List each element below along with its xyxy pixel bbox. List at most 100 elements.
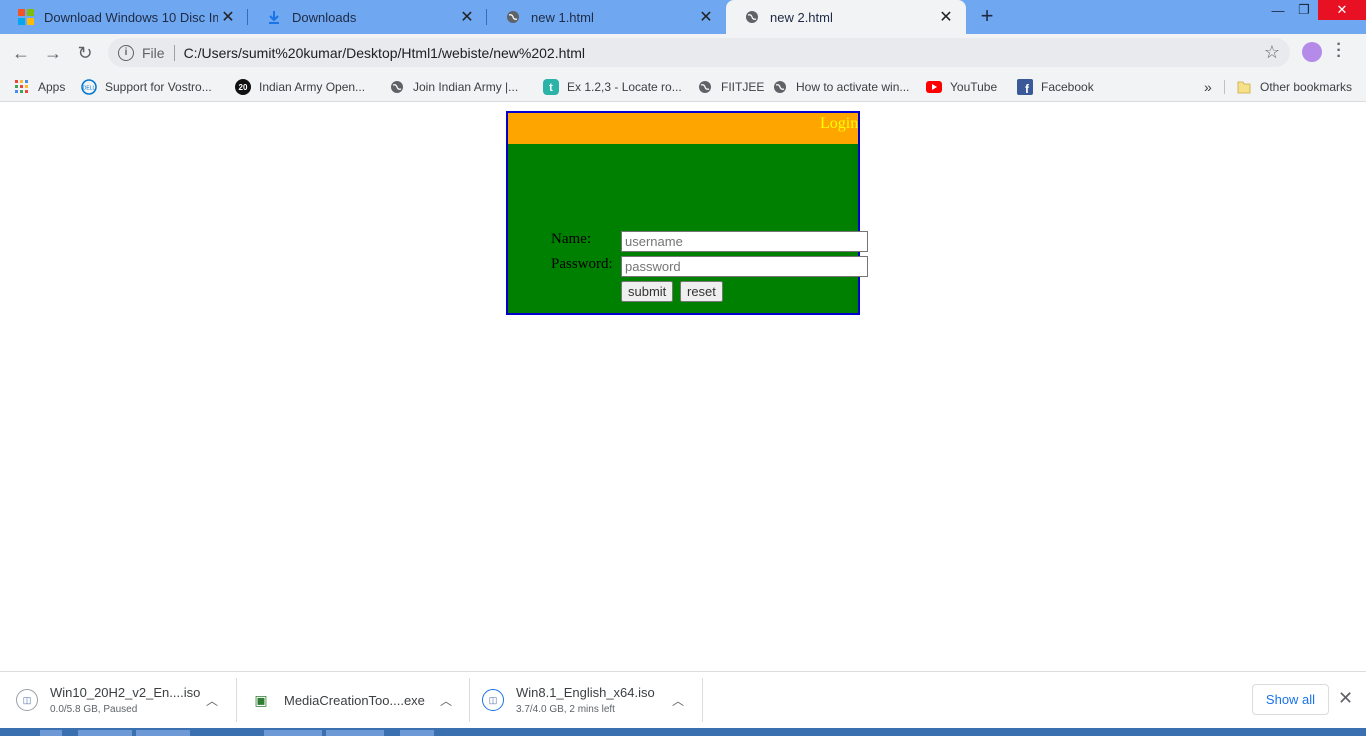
password-label: Password: bbox=[551, 256, 613, 272]
globe-icon bbox=[744, 9, 760, 25]
tab-new-2[interactable]: new 2.html ✕ bbox=[726, 0, 966, 34]
window-close-icon[interactable]: ✕ bbox=[1318, 0, 1366, 20]
restore-icon[interactable]: ❐ bbox=[1290, 0, 1318, 20]
svg-text:t: t bbox=[549, 82, 553, 94]
url-scheme: File bbox=[142, 44, 165, 61]
profile-avatar[interactable] bbox=[1302, 42, 1322, 62]
submit-button[interactable]: submit bbox=[621, 281, 674, 302]
tab-close-icon[interactable]: ✕ bbox=[457, 7, 477, 27]
browser-toolbar: ← → ↻ i File C:/Users/sumit%20kumar/Desk… bbox=[0, 34, 1366, 72]
menu-dots-icon[interactable]: · · · bbox=[1336, 37, 1342, 65]
globe-icon bbox=[389, 79, 405, 95]
bookmark-label: Apps bbox=[38, 80, 66, 94]
taskbar-button[interactable] bbox=[264, 730, 322, 736]
download-name: MediaCreationToo....exe bbox=[284, 692, 425, 708]
bookmark-how-to-activate[interactable]: How to activate win... bbox=[772, 76, 909, 98]
globe-icon bbox=[505, 9, 521, 25]
globe-icon bbox=[697, 79, 713, 95]
minimize-icon[interactable]: — bbox=[1264, 0, 1292, 20]
taskbar-button[interactable] bbox=[78, 730, 132, 736]
bookmark-support-vostro[interactable]: DELL Support for Vostro... bbox=[81, 76, 212, 98]
url-text[interactable]: C:/Users/sumit%20kumar/Desktop/Html1/web… bbox=[184, 45, 585, 61]
tab-title: new 1.html bbox=[531, 9, 594, 25]
tab-strip: Download Windows 10 Disc Imag ✕ Download… bbox=[0, 0, 1366, 34]
facebook-icon: f bbox=[1017, 79, 1033, 95]
taskbar bbox=[0, 728, 1366, 736]
show-all-button[interactable]: Show all bbox=[1252, 684, 1329, 715]
taskbar-button[interactable] bbox=[40, 730, 62, 736]
svg-text:DELL: DELL bbox=[83, 86, 96, 92]
new-tab-button[interactable]: + bbox=[974, 5, 1000, 29]
chevron-up-icon[interactable]: ︿ bbox=[440, 692, 452, 709]
bookmark-label: Support for Vostro... bbox=[105, 80, 212, 94]
divider bbox=[1224, 80, 1225, 94]
tab-downloads[interactable]: Downloads ✕ bbox=[248, 0, 487, 34]
bookmark-youtube[interactable]: YouTube bbox=[926, 76, 997, 98]
reset-button[interactable]: reset bbox=[680, 281, 723, 302]
globe-icon bbox=[772, 79, 788, 95]
bookmarks-bar: Apps DELL Support for Vostro... 20 India… bbox=[0, 72, 1366, 102]
download-item[interactable]: ◫ Win10_20H2_v2_En....iso 0.0/5.8 GB, Pa… bbox=[16, 678, 228, 722]
bookmark-ex-locate[interactable]: t Ex 1.2,3 - Locate ro... bbox=[543, 76, 682, 98]
divider bbox=[469, 678, 470, 722]
address-bar[interactable]: i File C:/Users/sumit%20kumar/Desktop/Ht… bbox=[108, 38, 1290, 67]
tab-new-1[interactable]: new 1.html ✕ bbox=[487, 0, 726, 34]
svg-text:20: 20 bbox=[239, 83, 248, 92]
divider bbox=[236, 678, 237, 722]
bookmark-label: Indian Army Open... bbox=[259, 80, 366, 94]
tab-close-icon[interactable]: ✕ bbox=[218, 7, 238, 27]
download-item[interactable]: ◫ Win8.1_English_x64.iso 3.7/4.0 GB, 2 m… bbox=[482, 678, 694, 722]
divider bbox=[702, 678, 703, 722]
tab-title: new 2.html bbox=[770, 9, 833, 25]
youtube-icon bbox=[926, 79, 942, 95]
divider bbox=[173, 44, 175, 61]
bookmarks-overflow-chevron[interactable]: » bbox=[1204, 76, 1212, 98]
bookmark-label: YouTube bbox=[950, 80, 998, 94]
bookmark-facebook[interactable]: f Facebook bbox=[1017, 76, 1094, 98]
tab-close-icon[interactable]: ✕ bbox=[936, 7, 956, 27]
tab-download-windows[interactable]: Download Windows 10 Disc Imag ✕ bbox=[0, 0, 248, 34]
bookmark-label: Ex 1.2,3 - Locate ro... bbox=[567, 80, 682, 94]
tab-title: Download Windows 10 Disc Imag bbox=[44, 9, 218, 25]
password-input[interactable] bbox=[621, 256, 868, 277]
download-name: Win8.1_English_x64.iso bbox=[516, 685, 655, 700]
bookmark-star-icon[interactable]: ☆ bbox=[1264, 42, 1280, 63]
bookmark-label: FIITJEE bbox=[721, 80, 765, 94]
taskbar-button[interactable] bbox=[136, 730, 190, 736]
chevron-up-icon[interactable]: ︿ bbox=[206, 692, 218, 709]
login-title: Login bbox=[820, 115, 858, 132]
login-box: Login Name: Password: submit reset bbox=[506, 111, 868, 315]
close-icon[interactable]: ✕ bbox=[1338, 688, 1353, 709]
apps-grid-icon bbox=[14, 79, 30, 95]
download-status: 0.0/5.8 GB, Paused bbox=[50, 704, 138, 715]
chevron-up-icon[interactable]: ︿ bbox=[672, 692, 684, 709]
bookmark-apps[interactable]: Apps bbox=[14, 76, 65, 98]
twenty-badge-icon: 20 bbox=[235, 79, 251, 95]
iso-file-icon: ◫ bbox=[16, 689, 38, 711]
username-input[interactable] bbox=[621, 231, 868, 252]
forward-arrow-icon[interactable]: → bbox=[40, 40, 66, 66]
dell-icon: DELL bbox=[81, 79, 97, 95]
bookmark-label: Other bookmarks bbox=[1260, 80, 1353, 94]
bookmark-label: Join Indian Army |... bbox=[413, 80, 519, 94]
bookmark-join-indian-army[interactable]: Join Indian Army |... bbox=[389, 76, 518, 98]
download-status: 3.7/4.0 GB, 2 mins left bbox=[516, 704, 615, 715]
download-item[interactable]: ▣ MediaCreationToo....exe ︿ bbox=[250, 678, 460, 722]
download-shelf: ◫ Win10_20H2_v2_En....iso 0.0/5.8 GB, Pa… bbox=[0, 671, 1366, 728]
page-content: Login Name: Password: submit reset bbox=[0, 103, 1366, 671]
other-bookmarks[interactable]: Other bookmarks bbox=[1236, 76, 1352, 98]
bookmark-label: How to activate win... bbox=[796, 80, 910, 94]
info-icon[interactable]: i bbox=[118, 44, 134, 61]
taskbar-button[interactable] bbox=[326, 730, 384, 736]
bookmark-fiitjee[interactable]: FIITJEE bbox=[697, 76, 764, 98]
tab-title: Downloads bbox=[292, 9, 357, 25]
bookmark-label: Facebook bbox=[1041, 80, 1094, 94]
download-icon bbox=[266, 9, 282, 25]
reload-icon[interactable]: ↻ bbox=[72, 40, 98, 66]
windows-logo-icon bbox=[18, 9, 34, 25]
taskbar-button[interactable] bbox=[400, 730, 434, 736]
iso-file-icon: ◫ bbox=[482, 689, 504, 711]
tab-close-icon[interactable]: ✕ bbox=[696, 7, 716, 27]
back-arrow-icon[interactable]: ← bbox=[8, 40, 34, 66]
bookmark-indian-army-open[interactable]: 20 Indian Army Open... bbox=[235, 76, 365, 98]
